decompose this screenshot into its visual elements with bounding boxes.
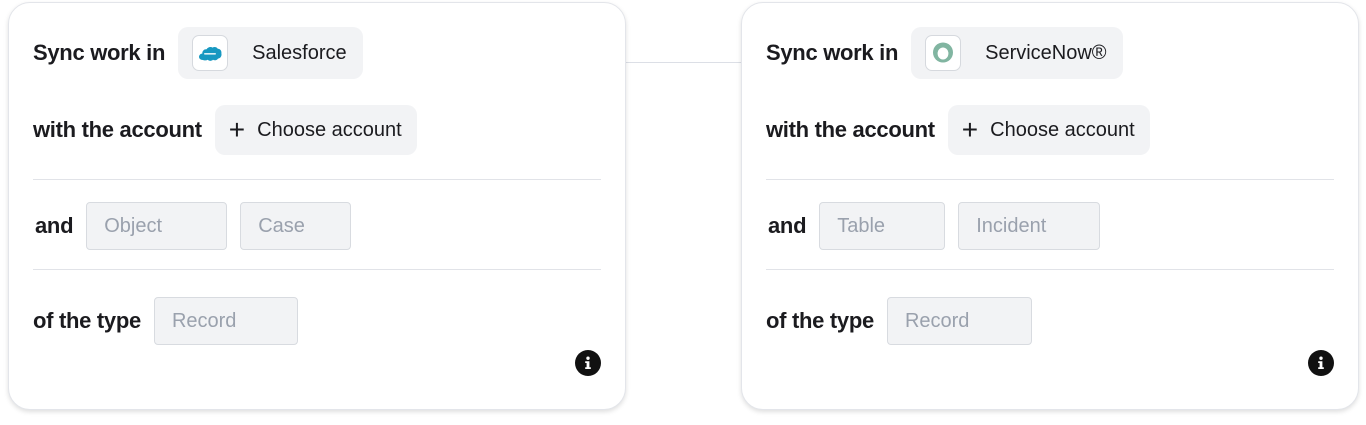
and-label: and: [768, 213, 807, 238]
object-field[interactable]: Object: [86, 202, 228, 250]
record-type-field[interactable]: Record: [886, 297, 1032, 345]
divider: [766, 179, 1334, 180]
servicenow-icon: [925, 35, 962, 71]
object-row: and Object Case: [33, 201, 601, 251]
divider: [766, 269, 1334, 270]
account-row: with the account + Choose account: [33, 105, 601, 155]
of-the-type-label: of the type: [33, 308, 141, 333]
app-name: Salesforce: [252, 41, 347, 64]
sync-app-row: Sync work in ServiceNow®: [766, 27, 1334, 79]
divider: [33, 179, 601, 180]
plus-icon: +: [228, 114, 246, 145]
target-card-servicenow: Sync work in ServiceNow® with the accoun…: [741, 2, 1359, 410]
sync-config-stage: Sync work in Salesforce with the account…: [0, 0, 1366, 425]
choose-account-label: Choose account: [257, 118, 402, 141]
app-name: ServiceNow®: [985, 41, 1107, 64]
of-the-type-label: of the type: [766, 308, 874, 333]
info-icon[interactable]: [575, 350, 601, 376]
account-row: with the account + Choose account: [766, 105, 1334, 155]
sync-work-in-label: Sync work in: [33, 40, 166, 65]
choose-account-button[interactable]: + Choose account: [947, 105, 1150, 155]
connector-line: [626, 62, 742, 63]
table-row: and Table Incident: [766, 201, 1334, 251]
divider: [33, 269, 601, 270]
app-selector-servicenow[interactable]: ServiceNow®: [911, 27, 1123, 79]
incident-field[interactable]: Incident: [958, 202, 1101, 250]
type-row: of the type Record: [766, 296, 1334, 346]
type-row: of the type Record: [33, 296, 601, 346]
with-the-account-label: with the account: [766, 117, 935, 142]
choose-account-label: Choose account: [990, 118, 1135, 141]
choose-account-button[interactable]: + Choose account: [214, 105, 417, 155]
app-selector-salesforce[interactable]: Salesforce: [178, 27, 363, 79]
and-label: and: [35, 213, 74, 238]
sync-app-row: Sync work in Salesforce: [33, 27, 601, 79]
with-the-account-label: with the account: [33, 117, 202, 142]
table-field[interactable]: Table: [819, 202, 946, 250]
salesforce-icon: [192, 35, 229, 71]
info-icon[interactable]: [1308, 350, 1334, 376]
record-type-field[interactable]: Record: [153, 297, 298, 345]
source-card-salesforce: Sync work in Salesforce with the account…: [8, 2, 626, 410]
case-field[interactable]: Case: [240, 202, 352, 250]
sync-work-in-label: Sync work in: [766, 40, 899, 65]
plus-icon: +: [961, 114, 979, 145]
